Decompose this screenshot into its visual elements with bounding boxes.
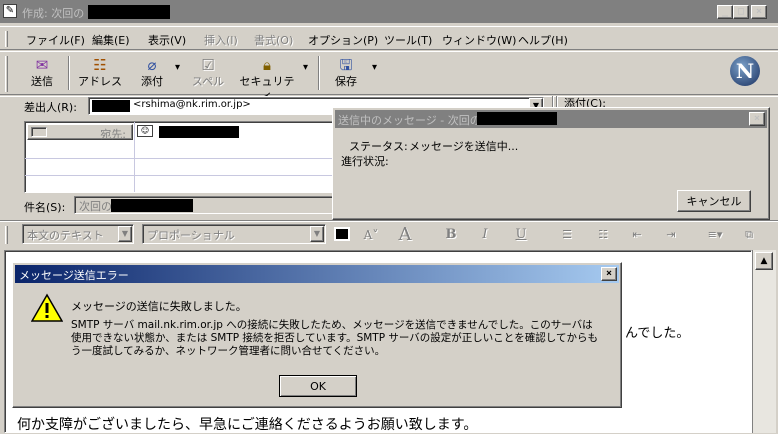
italic-icon[interactable]: I xyxy=(474,226,496,244)
menu-insert[interactable]: 挿入(I) xyxy=(204,33,238,49)
redacted-sending-title xyxy=(477,112,557,125)
bold-icon[interactable]: B xyxy=(440,226,462,244)
menu-format[interactable]: 書式(O) xyxy=(254,33,293,49)
sending-close-button[interactable]: × xyxy=(749,112,765,126)
menu-view[interactable]: 表示(V) xyxy=(148,33,186,49)
ok-button[interactable]: OK xyxy=(279,375,357,397)
redacted-subject xyxy=(111,199,193,212)
address-button[interactable]: ☷ アドレス xyxy=(76,53,124,93)
font-smaller-icon[interactable]: A˅ xyxy=(360,226,382,244)
sending-status-label: ステータス: xyxy=(349,140,408,153)
send-icon: ✉ xyxy=(35,56,49,74)
subject-value: 次回の xyxy=(79,200,112,213)
save-dropdown-arrow[interactable]: ▾ xyxy=(372,62,377,73)
sending-progress-label: 進行状況: xyxy=(341,155,389,168)
font-larger-icon[interactable]: A xyxy=(394,226,416,244)
compose-icon: ✎ xyxy=(3,4,17,18)
sending-title: 送信中のメッセージ - 次回の xyxy=(338,114,481,127)
insert-object-icon[interactable]: ⧉ xyxy=(738,226,760,244)
text-type-select[interactable]: 本文のテキスト ▼ xyxy=(22,224,134,244)
numbered-list-icon[interactable]: ☷ xyxy=(592,226,614,244)
sending-dialog: 送信中のメッセージ - 次回の × ステータス: メッセージを送信中... 進行… xyxy=(332,107,770,220)
error-close-button[interactable]: × xyxy=(601,267,617,281)
from-label: 差出人(R): xyxy=(24,101,77,114)
attach-button[interactable]: ⌀ 添付 xyxy=(132,53,172,93)
recipient-column-divider xyxy=(134,122,135,192)
menu-window[interactable]: ウィンドウ(W) xyxy=(442,33,516,49)
save-icon: 🖫 xyxy=(339,56,353,74)
menu-tools[interactable]: ツール(T) xyxy=(384,33,432,49)
address-book-icon: ☷ xyxy=(93,56,107,74)
error-title: メッセージ送信エラー xyxy=(19,269,129,282)
paperclip-icon: ⌀ xyxy=(147,56,157,74)
lock-icon: 🔒︎ xyxy=(263,56,271,74)
menu-edit[interactable]: 編集(E) xyxy=(92,33,130,49)
redacted-sender-name xyxy=(92,100,130,112)
toolbar-separator xyxy=(68,56,70,90)
underline-icon[interactable]: U xyxy=(510,226,532,244)
spell-button[interactable]: ☑ スペル xyxy=(188,53,228,93)
font-select[interactable]: プロポーショナル ▼ xyxy=(142,224,326,244)
toolbar-grip[interactable] xyxy=(5,56,8,92)
format-grip[interactable] xyxy=(5,226,8,244)
body-last-line: 何か支障がございましたら、早急にご連絡くださるようお願い致します。 xyxy=(17,417,478,433)
error-message: SMTP サーバ mail.nk.rim.or.jp への接続に失敗したため、メ… xyxy=(71,319,598,357)
recipient-type-dropdown[interactable] xyxy=(31,127,47,137)
menu-help[interactable]: ヘルプ(H) xyxy=(518,33,568,49)
menu-options[interactable]: オプション(P) xyxy=(308,33,378,49)
toolbar-separator xyxy=(318,56,320,90)
redacted-recipient xyxy=(159,126,239,138)
font-value: プロポーショナル xyxy=(147,229,235,242)
body-partial-line: んでした。 xyxy=(625,326,690,341)
minimize-button[interactable]: _ xyxy=(717,5,733,19)
sending-title-bar: 送信中のメッセージ - 次回の × xyxy=(335,110,767,128)
menu-grip[interactable] xyxy=(5,31,8,47)
security-dropdown-arrow[interactable]: ▾ xyxy=(303,62,308,73)
bullet-list-icon[interactable]: ☰ xyxy=(556,226,578,244)
recipient-type-select[interactable]: 宛先: xyxy=(27,124,133,141)
security-button[interactable]: 🔒︎ セキュリティ xyxy=(236,53,298,102)
recipient-card-icon: ☺ xyxy=(137,125,153,137)
align-icon[interactable]: ≡▾ xyxy=(700,226,730,244)
menu-file[interactable]: ファイル(F) xyxy=(26,33,85,49)
spellcheck-icon: ☑ xyxy=(201,56,215,74)
error-dialog: メッセージ送信エラー × メッセージの送信に失敗しました。 SMTP サーバ m… xyxy=(12,262,622,408)
window-title: 作成: 次回の xyxy=(22,7,85,20)
netscape-logo: N xyxy=(730,56,760,86)
sending-status-value: メッセージを送信中... xyxy=(409,140,519,153)
attach-dropdown-arrow[interactable]: ▾ xyxy=(175,62,180,73)
from-value: <rshima@nk.rim.or.jp> xyxy=(133,99,251,110)
text-type-dropdown[interactable]: ▼ xyxy=(118,226,132,242)
text-type-value: 本文のテキスト xyxy=(27,229,104,242)
warning-icon xyxy=(30,293,64,323)
scroll-up-button[interactable]: ▲ xyxy=(755,252,773,270)
main-title-bar: ✎ 作成: 次回の _ □ × xyxy=(0,0,778,24)
maximize-button[interactable]: □ xyxy=(733,5,749,19)
outdent-icon[interactable]: ⇤ xyxy=(626,226,648,244)
subject-label: 件名(S): xyxy=(24,201,66,214)
indent-icon[interactable]: ⇥ xyxy=(660,226,682,244)
text-color-button[interactable] xyxy=(334,227,350,241)
cancel-button[interactable]: キャンセル xyxy=(677,190,751,212)
recipient-type-label: 宛先: xyxy=(100,128,126,141)
font-dropdown[interactable]: ▼ xyxy=(310,226,324,242)
error-headline: メッセージの送信に失敗しました。 xyxy=(71,300,247,313)
redacted-title xyxy=(88,5,170,19)
close-button[interactable]: × xyxy=(751,5,767,19)
save-button[interactable]: 🖫 保存 xyxy=(328,53,364,93)
vertical-scrollbar[interactable]: ▲ xyxy=(752,250,776,433)
send-button[interactable]: ✉ 送信 xyxy=(22,53,62,93)
error-title-bar: メッセージ送信エラー × xyxy=(15,265,619,283)
